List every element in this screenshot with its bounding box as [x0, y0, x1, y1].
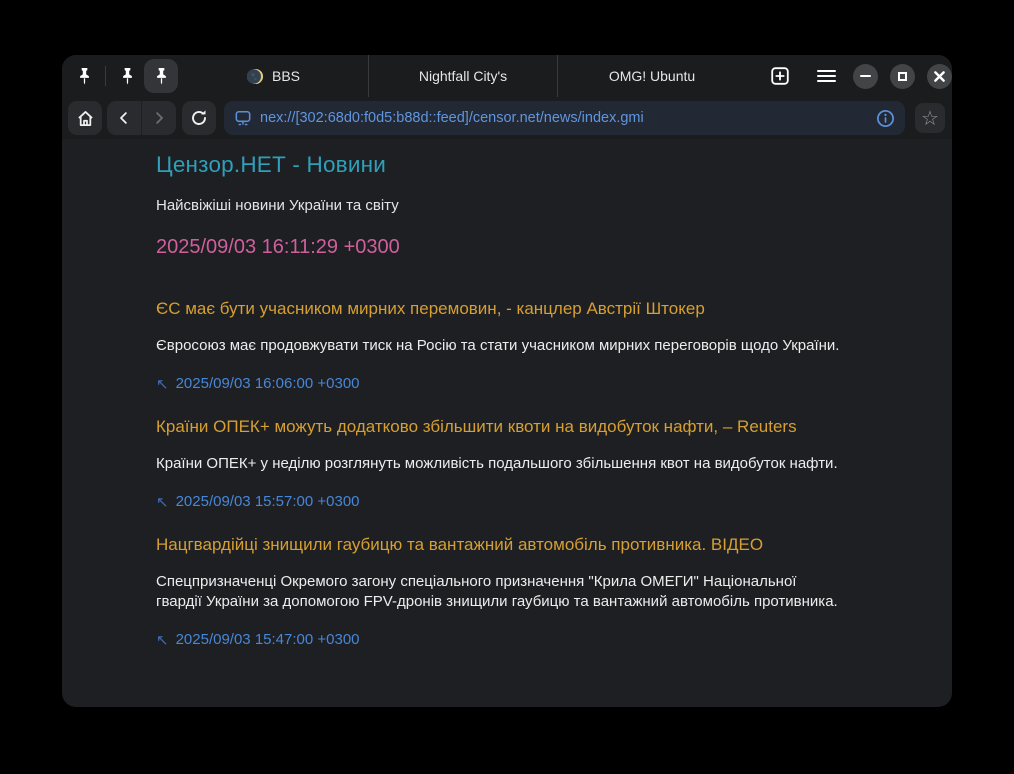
- pushpin-icon: [119, 67, 136, 86]
- maximize-button[interactable]: [890, 64, 915, 89]
- maximize-icon: [898, 72, 907, 81]
- back-arrow-icon: [115, 109, 133, 127]
- forward-button[interactable]: [142, 101, 176, 135]
- reload-button[interactable]: [182, 101, 216, 135]
- browser-window: BBS Nightfall City's OMG! Ubuntu: [62, 55, 952, 707]
- star-icon: ☆: [921, 106, 939, 130]
- news-article: Країни ОПЕК+ можуть додатково збільшити …: [156, 417, 892, 511]
- article-summary: Євросоюз має продовжувати тиск на Росію …: [156, 336, 846, 356]
- pinned-tabs-group: [62, 59, 179, 93]
- link-arrow-icon: ↖: [156, 493, 169, 511]
- new-tab-button[interactable]: [766, 60, 794, 92]
- forward-arrow-icon: [150, 109, 168, 127]
- navigation-bar: nex://[302:68d0:f0d5:b88d::feed]/censor.…: [62, 97, 952, 139]
- menu-button[interactable]: [812, 59, 841, 93]
- page-subtitle: Найсвіжіші новини України та світу: [156, 197, 892, 214]
- close-icon: [934, 71, 945, 82]
- window-controls: [853, 64, 952, 89]
- tab-label: BBS: [272, 68, 300, 84]
- plus-square-icon: [769, 65, 791, 87]
- article-summary: Країни ОПЕК+ у неділю розглянуть можливі…: [156, 454, 846, 474]
- home-button[interactable]: [68, 101, 102, 135]
- url-field[interactable]: nex://[302:68d0:f0d5:b88d::feed]/censor.…: [224, 101, 905, 135]
- home-icon: [75, 108, 96, 129]
- link-label: 2025/09/03 15:57:00 +0300: [176, 493, 360, 510]
- article-timestamp-link[interactable]: ↖ 2025/09/03 15:47:00 +0300: [156, 631, 360, 649]
- minimize-button[interactable]: [853, 64, 878, 89]
- article-heading: Нацгвардійці знищили гаубицю та вантажни…: [156, 535, 892, 555]
- article-timestamp-link[interactable]: ↖ 2025/09/03 16:06:00 +0300: [156, 375, 360, 393]
- article-timestamp-link[interactable]: ↖ 2025/09/03 15:57:00 +0300: [156, 493, 360, 511]
- tab-bar: BBS Nightfall City's OMG! Ubuntu: [62, 55, 952, 97]
- feed-updated-timestamp: 2025/09/03 16:11:29 +0300: [156, 236, 892, 259]
- url-text: nex://[302:68d0:f0d5:b88d::feed]/censor.…: [260, 110, 876, 126]
- link-arrow-icon: ↖: [156, 375, 169, 393]
- news-article: ЄС має бути учасником мирних перемовин, …: [156, 299, 892, 393]
- crescent-moon-icon: [247, 68, 264, 85]
- reload-icon: [189, 108, 209, 128]
- pushpin-icon: [76, 67, 93, 86]
- page-info-icon[interactable]: [876, 109, 895, 128]
- tab-label: Nightfall City's: [419, 68, 507, 84]
- pushpin-icon: [153, 67, 170, 86]
- tab-label: OMG! Ubuntu: [609, 68, 695, 84]
- tab-nightfall-citys[interactable]: Nightfall City's: [368, 55, 557, 97]
- article-heading: Країни ОПЕК+ можуть додатково збільшити …: [156, 417, 892, 437]
- news-article: Нацгвардійці знищили гаубицю та вантажни…: [156, 535, 892, 649]
- minimize-icon: [860, 75, 871, 77]
- tab-bbs[interactable]: BBS: [179, 55, 368, 97]
- page-content: Цензор.НЕТ - Новини Найсвіжіші новини Ук…: [62, 139, 952, 707]
- bookmark-star-button[interactable]: ☆: [915, 103, 945, 133]
- pinned-tab-1[interactable]: [67, 59, 101, 93]
- link-label: 2025/09/03 16:06:00 +0300: [176, 375, 360, 392]
- terminal-monitor-icon: [233, 108, 253, 128]
- tab-divider: [101, 66, 110, 86]
- pinned-tab-2[interactable]: [110, 59, 144, 93]
- close-button[interactable]: [927, 64, 952, 89]
- article-summary: Спецпризначенці Окремого загону спеціаль…: [156, 572, 846, 612]
- hamburger-icon: [817, 68, 836, 85]
- link-label: 2025/09/03 15:47:00 +0300: [176, 631, 360, 648]
- link-arrow-icon: ↖: [156, 631, 169, 649]
- tab-omg-ubuntu[interactable]: OMG! Ubuntu: [557, 55, 746, 97]
- back-button[interactable]: [107, 101, 141, 135]
- article-heading: ЄС має бути учасником мирних перемовин, …: [156, 299, 892, 319]
- pinned-tab-3-active[interactable]: [144, 59, 178, 93]
- history-nav-group: [107, 101, 176, 135]
- page-title: Цензор.НЕТ - Новини: [156, 152, 892, 178]
- desktop-background: BBS Nightfall City's OMG! Ubuntu: [0, 0, 1014, 774]
